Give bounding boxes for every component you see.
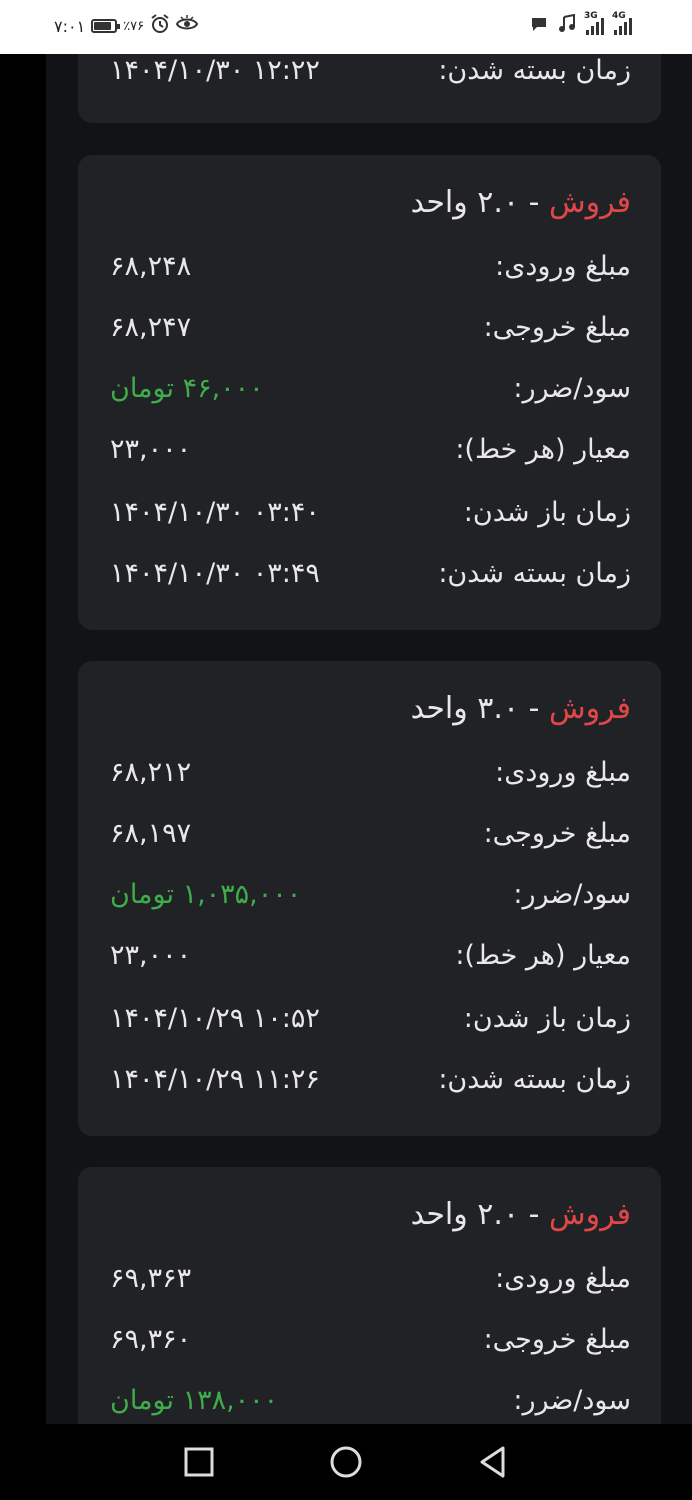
- trade-title: فروش - ۲.۰ واحد: [411, 185, 631, 220]
- close-time-row: زمان بسته شدن: ۱۴۰۴/۱۰/۳۰ ۱۲:۲۲: [110, 54, 631, 90]
- exit-price-row: مبلغ خروجی: ۶۸,۱۹۷: [110, 813, 631, 853]
- metric-row: معیار (هر خط): ۲۳,۰۰۰: [110, 935, 631, 975]
- exit-price-value: ۶۸,۱۹۷: [110, 817, 192, 849]
- entry-price-value: ۶۸,۲۱۲: [110, 756, 192, 788]
- close-time-label: زمان بسته شدن:: [438, 54, 631, 86]
- alarm-icon: [150, 14, 170, 38]
- metric-label: معیار (هر خط):: [455, 433, 631, 465]
- entry-price-label: مبلغ ورودی:: [495, 756, 631, 788]
- status-right: 3G 4G: [530, 11, 632, 38]
- profit-loss-row: سود/ضرر: ۱,۰۳۵,۰۰۰ تومان: [110, 874, 631, 914]
- entry-price-row: مبلغ ورودی: ۶۸,۲۱۲: [110, 752, 631, 792]
- exit-price-value: ۶۹,۳۶۰: [110, 1323, 192, 1355]
- close-time-row: زمان بسته شدن: ۱۴۰۴/۱۰/۳۰ ۰۳:۴۹: [110, 553, 631, 593]
- trade-amount: ۲.۰ واحد: [410, 1197, 520, 1232]
- clock: ۷:۰۱: [54, 16, 86, 36]
- close-time-row: زمان بسته شدن: ۱۴۰۴/۱۰/۲۹ ۱۱:۲۶: [110, 1059, 631, 1099]
- home-button[interactable]: [326, 1442, 366, 1482]
- exit-price-row: مبلغ خروجی: ۶۹,۳۶۰: [110, 1319, 631, 1359]
- close-time-value: ۱۴۰۴/۱۰/۳۰ ۰۳:۴۹: [110, 557, 320, 589]
- title-separator: -: [528, 185, 540, 220]
- open-time-row: زمان باز شدن: ۱۴۰۴/۱۰/۲۹ ۱۰:۵۲: [110, 998, 631, 1038]
- back-button[interactable]: [473, 1442, 513, 1482]
- signal-3g-icon: 3G: [584, 11, 604, 35]
- profit-loss-label: سود/ضرر:: [513, 878, 631, 910]
- entry-price-label: مبلغ ورودی:: [495, 250, 631, 282]
- chat-icon: [530, 15, 548, 37]
- close-time-value: ۱۴۰۴/۱۰/۲۹ ۱۱:۲۶: [110, 1063, 320, 1095]
- trade-amount: ۲.۰ واحد: [410, 185, 520, 220]
- battery-icon: [91, 19, 121, 33]
- trade-card: فروش - ۲.۰ واحد مبلغ ورودی: ۶۹,۳۶۳ مبلغ …: [78, 1167, 661, 1424]
- signal-4g-icon: 4G: [612, 11, 632, 35]
- entry-price-value: ۶۹,۳۶۳: [110, 1262, 192, 1294]
- close-time-label: زمان بسته شدن:: [438, 557, 631, 589]
- eye-icon: [176, 15, 199, 37]
- profit-loss-value: ۱۳۸,۰۰۰ تومان: [110, 1384, 279, 1416]
- close-time-label: زمان بسته شدن:: [438, 1063, 631, 1095]
- trade-side: فروش: [548, 185, 631, 220]
- open-time-row: زمان باز شدن: ۱۴۰۴/۱۰/۳۰ ۰۳:۴۰: [110, 492, 631, 532]
- entry-price-row: مبلغ ورودی: ۶۹,۳۶۳: [110, 1258, 631, 1298]
- title-separator: -: [528, 1197, 540, 1232]
- circle-icon: [330, 1446, 362, 1478]
- trade-title: فروش - ۳.۰ واحد: [411, 691, 631, 726]
- open-time-label: زمان باز شدن:: [463, 496, 631, 528]
- trade-side: فروش: [548, 1197, 631, 1232]
- title-separator: -: [528, 691, 540, 726]
- exit-price-label: مبلغ خروجی:: [483, 1323, 631, 1355]
- profit-loss-row: سود/ضرر: ۱۳۸,۰۰۰ تومان: [110, 1380, 631, 1420]
- profit-loss-value: ۱,۰۳۵,۰۰۰ تومان: [110, 878, 302, 910]
- trade-amount: ۳.۰ واحد: [410, 691, 520, 726]
- trade-card: فروش - ۳.۰ واحد مبلغ ورودی: ۶۸,۲۱۲ مبلغ …: [78, 661, 661, 1136]
- trade-card-partial: زمان بسته شدن: ۱۴۰۴/۱۰/۳۰ ۱۲:۲۲: [78, 54, 661, 123]
- trade-card: فروش - ۲.۰ واحد مبلغ ورودی: ۶۸,۲۴۸ مبلغ …: [78, 155, 661, 630]
- entry-price-row: مبلغ ورودی: ۶۸,۲۴۸: [110, 246, 631, 286]
- square-icon: [184, 1447, 214, 1477]
- open-time-label: زمان باز شدن:: [463, 1002, 631, 1034]
- exit-price-row: مبلغ خروجی: ۶۸,۲۴۷: [110, 307, 631, 347]
- metric-row: معیار (هر خط): ۲۳,۰۰۰: [110, 429, 631, 469]
- navigation-bar: [0, 1424, 692, 1500]
- trade-title: فروش - ۲.۰ واحد: [411, 1197, 631, 1232]
- metric-label: معیار (هر خط):: [455, 939, 631, 971]
- profit-loss-value: ۴۶,۰۰۰ تومان: [110, 372, 264, 404]
- exit-price-value: ۶۸,۲۴۷: [110, 311, 192, 343]
- metric-value: ۲۳,۰۰۰: [110, 939, 192, 971]
- status-left: ۷:۰۱ ٪۷۶: [54, 14, 199, 38]
- trade-history-list[interactable]: زمان بسته شدن: ۱۴۰۴/۱۰/۳۰ ۱۲:۲۲ فروش - ۲…: [46, 54, 692, 1424]
- entry-price-label: مبلغ ورودی:: [495, 1262, 631, 1294]
- music-note-icon: [558, 13, 576, 38]
- open-time-value: ۱۴۰۴/۱۰/۲۹ ۱۰:۵۲: [110, 1002, 320, 1034]
- exit-price-label: مبلغ خروجی:: [483, 817, 631, 849]
- trade-side: فروش: [548, 691, 631, 726]
- entry-price-value: ۶۸,۲۴۸: [110, 250, 192, 282]
- status-bar: ۷:۰۱ ٪۷۶ 3G 4G: [0, 0, 692, 54]
- triangle-back-icon: [480, 1446, 505, 1478]
- close-time-value: ۱۴۰۴/۱۰/۳۰ ۱۲:۲۲: [110, 54, 320, 86]
- metric-value: ۲۳,۰۰۰: [110, 433, 192, 465]
- profit-loss-row: سود/ضرر: ۴۶,۰۰۰ تومان: [110, 368, 631, 408]
- open-time-value: ۱۴۰۴/۱۰/۳۰ ۰۳:۴۰: [110, 496, 320, 528]
- profit-loss-label: سود/ضرر:: [513, 372, 631, 404]
- exit-price-label: مبلغ خروجی:: [483, 311, 631, 343]
- battery-percent: ٪۷۶: [123, 18, 145, 34]
- profit-loss-label: سود/ضرر:: [513, 1384, 631, 1416]
- recents-button[interactable]: [179, 1442, 219, 1482]
